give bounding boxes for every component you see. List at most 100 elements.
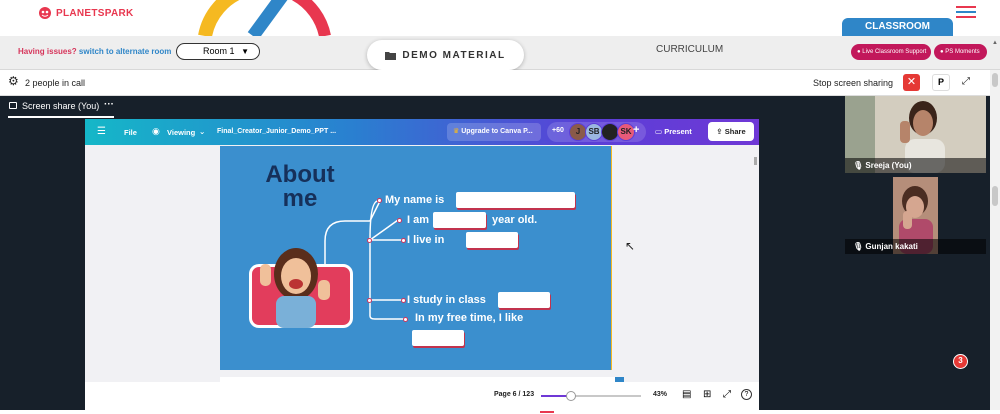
expand-icon[interactable]: ⤢	[962, 76, 970, 87]
collaborators-group[interactable]: +60 J SB SK +	[547, 122, 646, 142]
live-support-button[interactable]: ● Live Classroom Support	[851, 44, 931, 60]
ps-moments-label: PS Moments	[945, 49, 980, 55]
child-photo	[260, 248, 330, 328]
present-button[interactable]: ▭ Present	[651, 123, 703, 141]
answer-box-hobby	[412, 330, 464, 346]
close-icon: ✕	[906, 76, 917, 88]
zoom-level: 43%	[653, 391, 668, 398]
grid-view-icon[interactable]: ⊞	[703, 389, 711, 400]
live-support-label: Live Classroom Support	[862, 49, 927, 55]
zoom-slider[interactable]	[541, 391, 641, 401]
answer-box-name	[456, 192, 575, 208]
caret-down-icon: ▼	[241, 47, 249, 56]
active-tab-indicator	[8, 116, 114, 118]
stop-sharing-label[interactable]: Stop screen sharing	[813, 78, 893, 88]
decorative-arcs	[198, 0, 331, 36]
connector-dot	[397, 218, 402, 223]
fullscreen-icon[interactable]: ⤢	[723, 389, 731, 400]
collaborator-count: +60	[552, 127, 564, 134]
chevron-down-icon: ⌄	[199, 127, 206, 136]
share-label: Share	[724, 127, 746, 136]
upgrade-label: Upgrade to Canva P...	[461, 128, 533, 135]
switch-room-link[interactable]: switch to alternate room	[79, 47, 171, 56]
file-menu[interactable]: File	[124, 128, 137, 137]
answer-box-class	[498, 292, 550, 308]
stage-scrollbar[interactable]	[990, 96, 1000, 410]
call-toolbar: ⚙ 2 people in call Stop screen sharing ✕…	[0, 70, 1000, 96]
participant-p-button[interactable]: P	[932, 74, 950, 91]
ps-moments-button[interactable]: ● PS Moments	[934, 44, 987, 60]
connector-dot	[377, 198, 382, 203]
slide-about-me: About me My name is I am year old. I liv…	[220, 146, 612, 370]
help-icon[interactable]: ?	[741, 389, 752, 400]
connector-dot	[401, 298, 406, 303]
slide-line-class: I study in class	[407, 294, 486, 306]
share-button[interactable]: ⇪ Share	[708, 122, 754, 141]
answer-box-city	[466, 232, 518, 248]
microphone-icon: 🎙	[853, 161, 864, 170]
canva-toolbar: ☰ File ◉ Viewing ⌄ Final_Creator_Junior_…	[85, 119, 759, 145]
demo-material-label: DEMO MATERIAL	[402, 49, 506, 61]
scrollbar-up-arrow[interactable]: ▲	[992, 40, 998, 46]
top-bar: PLANETSPARK CLASSROOM	[0, 0, 1000, 36]
slide-line-age: I am	[407, 214, 430, 226]
viewer-scrollbar[interactable]	[754, 157, 757, 165]
zoom-slider-thumb[interactable]	[566, 391, 576, 401]
notification-badge[interactable]: 3	[953, 354, 968, 369]
issue-text: Having issues?	[18, 47, 77, 56]
page-indicator: Page 6 / 123	[494, 391, 535, 398]
brand-name: PLANETSPARK	[56, 7, 134, 19]
participant-label-gunjan: 🎙 Gunjan kakati	[845, 239, 986, 254]
classroom-tab[interactable]: CLASSROOM	[842, 18, 953, 36]
settings-gear-icon[interactable]: ⚙	[8, 75, 19, 87]
share-icon: ⇪	[716, 127, 723, 136]
present-label: Present	[664, 127, 692, 136]
cursor-icon: ↖	[625, 239, 636, 253]
document-title[interactable]: Final_Creator_Junior_Demo_PPT ...	[217, 128, 336, 135]
issue-notice: Having issues? switch to alternate room	[18, 47, 171, 56]
connector-dot	[367, 298, 372, 303]
participant-tile-gunjan[interactable]: 🎙 Gunjan kakati	[845, 177, 986, 254]
call-stage: Screen share (You) ··· ☰ File ◉ Viewing …	[0, 96, 1000, 410]
connector-dot	[403, 317, 408, 322]
room-select[interactable]: Room 1 ▼	[176, 43, 260, 60]
microphone-icon: 🎙	[853, 242, 864, 251]
people-count: 2 people in call	[25, 78, 86, 88]
room-selected-value: Room 1	[203, 46, 235, 56]
eye-icon: ◉	[152, 126, 160, 136]
viewer-footer: Page 6 / 123 43% ▤ ⊞ ⤢ ?	[85, 382, 759, 410]
folder-icon	[385, 51, 397, 60]
curriculum-tab[interactable]: CURRICULUM	[656, 44, 723, 55]
participant-name-self: Sreeja (You)	[865, 161, 912, 170]
stop-sharing-close-button[interactable]: ✕	[903, 74, 920, 91]
classroom-controls-bar: Having issues? switch to alternate room …	[0, 36, 1000, 70]
moments-icon: ●	[940, 49, 944, 55]
participant-name-gunjan: Gunjan kakati	[865, 242, 918, 251]
support-icon: ●	[857, 49, 861, 55]
hamburger-menu-icon[interactable]: ☰	[97, 126, 106, 137]
connector-dot	[401, 238, 406, 243]
screen-share-icon	[9, 102, 17, 109]
answer-box-age	[433, 212, 486, 228]
notes-icon[interactable]: ▤	[682, 389, 691, 400]
brand-logo[interactable]: PLANETSPARK	[38, 6, 134, 20]
add-collaborator-icon[interactable]: +	[633, 124, 639, 136]
participant-tile-self[interactable]: 🎙 Sreeja (You)	[845, 96, 986, 173]
present-icon: ▭	[655, 127, 663, 136]
demo-material-button[interactable]: DEMO MATERIAL	[367, 40, 524, 70]
screen-share-tab[interactable]: Screen share (You)	[22, 101, 99, 111]
slide-line-age-suffix: year old.	[492, 214, 538, 226]
connector-dot	[367, 238, 372, 243]
participant-label-self: 🎙 Sreeja (You)	[845, 158, 986, 173]
viewing-menu[interactable]: Viewing	[167, 128, 195, 137]
slide-line-name: My name is	[385, 194, 445, 206]
hamburger-icon[interactable]	[956, 6, 976, 18]
slide-line-city: I live in	[407, 234, 445, 246]
shared-screen-viewer[interactable]: ☰ File ◉ Viewing ⌄ Final_Creator_Junior_…	[85, 119, 759, 410]
screenshare-tabbar: Screen share (You) ···	[0, 96, 845, 118]
planetspark-logo-icon	[39, 7, 51, 19]
tab-more-icon[interactable]: ···	[104, 99, 114, 110]
upgrade-button[interactable]: ♛ Upgrade to Canva P...	[447, 123, 541, 141]
slide-line-hobby: In my free time, I like	[415, 312, 524, 324]
vertical-scrollbar[interactable]	[990, 70, 1000, 96]
